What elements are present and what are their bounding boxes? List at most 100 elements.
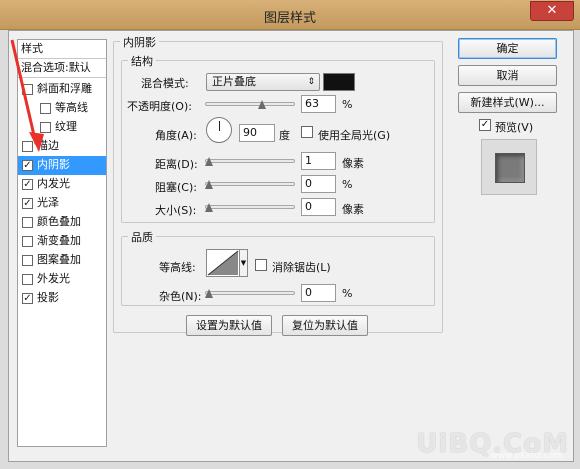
style-item-label: 等高线 — [55, 101, 88, 114]
preview-thumbnail — [481, 139, 537, 195]
opacity-slider-track — [205, 102, 295, 106]
updown-arrow-icon: ⇕ — [307, 77, 315, 87]
style-checkbox[interactable]: ✓ — [22, 160, 33, 171]
noise-input[interactable]: 0 — [301, 284, 336, 302]
style-list-item[interactable]: 描边 — [18, 137, 106, 156]
style-list-item[interactable]: ✓ 光泽 — [18, 194, 106, 213]
style-checkbox[interactable] — [22, 84, 33, 95]
distance-slider[interactable] — [205, 155, 295, 167]
dialog-client: 样式 混合选项:默认 斜面和浮雕 等高线 纹理 描边 ✓ 内阴影 ✓ 内发光 ✓ 光泽 颜色叠加 渐变… — [8, 30, 574, 462]
noise-label: 杂色(N): — [159, 290, 202, 303]
opacity-slider-thumb[interactable] — [257, 100, 266, 109]
style-list-item[interactable]: 外发光 — [18, 270, 106, 289]
size-label: 大小(S): — [155, 204, 197, 217]
style-checkbox[interactable] — [22, 274, 33, 285]
style-list-item[interactable]: 颜色叠加 — [18, 213, 106, 232]
style-item-label: 颜色叠加 — [37, 215, 81, 228]
quality-title: 品质 — [128, 229, 156, 245]
caret-down-icon: ▼ — [240, 259, 247, 267]
contour-dropdown[interactable]: ▼ — [240, 249, 248, 277]
styles-header[interactable]: 样式 — [18, 40, 106, 59]
style-list: 样式 混合选项:默认 斜面和浮雕 等高线 纹理 描边 ✓ 内阴影 ✓ 内发光 ✓ 光泽 颜色叠加 渐变… — [17, 39, 107, 447]
blending-options-header[interactable]: 混合选项:默认 — [18, 59, 106, 78]
noise-unit: % — [342, 287, 353, 300]
style-checkbox[interactable] — [40, 103, 51, 114]
size-unit: 像素 — [342, 203, 364, 216]
style-checkbox[interactable]: ✓ — [22, 198, 33, 209]
style-checkbox[interactable] — [40, 122, 51, 133]
style-item-label: 内阴影 — [37, 158, 70, 171]
angle-unit: 度 — [279, 129, 290, 142]
angle-label: 角度(A): — [155, 129, 197, 142]
style-item-label: 描边 — [37, 139, 59, 152]
style-item-label: 纹理 — [55, 120, 77, 133]
blend-mode-select[interactable]: 正片叠底 ⇕ — [206, 73, 320, 91]
distance-unit: 像素 — [342, 157, 364, 170]
size-slider[interactable] — [205, 201, 295, 213]
contour-label: 等高线: — [159, 261, 196, 274]
cancel-button[interactable]: 取消 — [458, 65, 557, 86]
style-item-label: 图案叠加 — [37, 253, 81, 266]
opacity-input[interactable]: 63 — [301, 95, 336, 113]
style-item-label: 投影 — [37, 291, 59, 304]
structure-title: 结构 — [128, 53, 156, 69]
style-checkbox[interactable] — [22, 141, 33, 152]
angle-dial[interactable] — [206, 117, 232, 143]
reset-default-button[interactable]: 复位为默认值 — [282, 315, 368, 336]
shadow-color-swatch[interactable] — [323, 73, 355, 91]
opacity-unit: % — [342, 98, 353, 111]
noise-slider[interactable] — [205, 287, 295, 299]
opacity-slider[interactable] — [205, 98, 295, 110]
ok-button[interactable]: 确定 — [458, 38, 557, 59]
style-item-label: 渐变叠加 — [37, 234, 81, 247]
style-list-item[interactable]: ✓ 投影 — [18, 289, 106, 308]
choke-slider-track — [205, 182, 295, 186]
contour-picker[interactable] — [206, 249, 240, 277]
style-checkbox[interactable] — [22, 236, 33, 247]
angle-input[interactable]: 90 — [239, 124, 275, 142]
global-light-label: 使用全局光(G) — [318, 129, 391, 142]
size-input[interactable]: 0 — [301, 198, 336, 216]
linear-contour-icon — [207, 250, 239, 276]
window-title: 图层样式 — [263, 11, 316, 26]
title-bar: 图层样式 ✕ — [0, 0, 580, 30]
style-list-item[interactable]: 纹理 — [18, 118, 106, 137]
size-slider-track — [205, 205, 295, 209]
watermark-url: www.psahz.com — [490, 451, 563, 461]
distance-slider-thumb[interactable] — [205, 157, 213, 166]
preview-checkbox[interactable]: ✓ — [479, 119, 491, 131]
noise-slider-thumb[interactable] — [205, 289, 213, 298]
style-list-item[interactable]: ✓ 内发光 — [18, 175, 106, 194]
blend-mode-value: 正片叠底 — [212, 75, 256, 88]
style-checkbox[interactable] — [22, 217, 33, 228]
distance-input[interactable]: 1 — [301, 152, 336, 170]
style-list-item[interactable]: 渐变叠加 — [18, 232, 106, 251]
distance-slider-track — [205, 159, 295, 163]
global-light-checkbox[interactable] — [301, 126, 313, 138]
style-checkbox[interactable]: ✓ — [22, 293, 33, 304]
choke-slider[interactable] — [205, 178, 295, 190]
preview-shape — [495, 153, 525, 183]
size-slider-thumb[interactable] — [205, 203, 213, 212]
anti-alias-label: 消除锯齿(L) — [272, 261, 331, 274]
new-style-button[interactable]: 新建样式(W)... — [458, 92, 557, 113]
style-list-item[interactable]: 图案叠加 — [18, 251, 106, 270]
choke-label: 阻塞(C): — [155, 181, 197, 194]
style-checkbox[interactable] — [22, 255, 33, 266]
blend-mode-label: 混合模式: — [141, 77, 189, 90]
opacity-label: 不透明度(O): — [127, 100, 192, 113]
anti-alias-checkbox[interactable] — [255, 259, 267, 271]
close-icon: ✕ — [546, 3, 558, 18]
style-list-item[interactable]: 斜面和浮雕 — [18, 80, 106, 99]
close-button[interactable]: ✕ — [530, 1, 574, 21]
style-checkbox[interactable]: ✓ — [22, 179, 33, 190]
make-default-button[interactable]: 设置为默认值 — [186, 315, 272, 336]
style-item-label: 光泽 — [37, 196, 59, 209]
style-list-item[interactable]: 等高线 — [18, 99, 106, 118]
distance-label: 距离(D): — [155, 158, 198, 171]
style-item-label: 斜面和浮雕 — [37, 82, 92, 95]
choke-input[interactable]: 0 — [301, 175, 336, 193]
preview-label: 预览(V) — [495, 121, 534, 134]
choke-slider-thumb[interactable] — [205, 180, 213, 189]
style-list-item[interactable]: ✓ 内阴影 — [18, 156, 106, 175]
